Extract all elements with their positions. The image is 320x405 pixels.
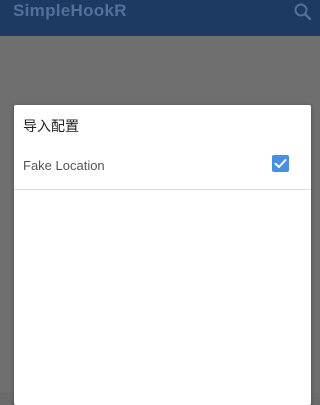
app-bar: SimpleHookR [0, 0, 320, 36]
check-icon [274, 159, 287, 168]
list-item-label: Fake Location [23, 158, 105, 173]
search-button[interactable] [292, 1, 314, 23]
app-title: SimpleHookR [13, 1, 127, 20]
search-icon [294, 3, 312, 21]
import-config-dialog: 导入配置 Fake Location [14, 105, 311, 405]
divider [14, 189, 311, 190]
dialog-title: 导入配置 [23, 119, 79, 135]
list-item[interactable]: Fake Location [14, 145, 311, 189]
checkbox[interactable] [272, 155, 289, 172]
